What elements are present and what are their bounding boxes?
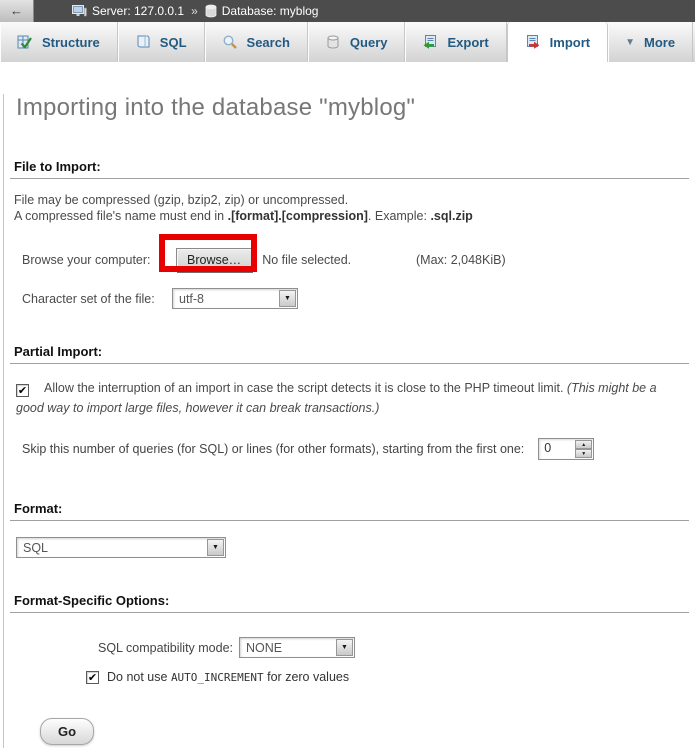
tab-more[interactable]: ▼ More [608,22,693,62]
tab-label: Search [247,35,290,50]
no-auto-increment-checkbox[interactable]: ✔ [86,671,99,684]
breadcrumb-bar: ← Server: 127.0.0.1 » Database: myblog [0,0,695,22]
auto-increment-code: AUTO_INCREMENT [171,671,264,684]
no-auto-increment-label: Do not use AUTO_INCREMENT for zero value… [107,670,349,684]
browse-computer-label: Browse your computer: [22,253,168,267]
breadcrumb: Server: 127.0.0.1 » Database: myblog [34,4,318,18]
partial-import-option: ✔ Allow the interruption of an import in … [16,378,678,418]
compression-note-line2: A compressed file's name must end in .[f… [14,208,695,224]
compression-note: File may be compressed (gzip, bzip2, zip… [14,192,695,224]
tab-query[interactable]: Query [308,22,406,62]
tab-label: More [644,35,675,50]
tab-structure[interactable]: Structure [0,22,118,62]
skip-queries-row: Skip this number of queries (for SQL) or… [22,438,695,460]
main-content: Importing into the database "myblog" Fil… [3,94,695,748]
allow-interrupt-checkbox[interactable]: ✔ [16,384,29,397]
chevron-down-icon: ▼ [625,37,635,48]
dropdown-arrow-icon[interactable]: ▼ [207,539,224,556]
skip-queries-label: Skip this number of queries (for SQL) or… [22,442,524,456]
spinner-up-button[interactable]: ▲ [575,440,592,449]
format-select-value: SQL [17,541,206,555]
sql-compat-value: NONE [240,641,335,655]
no-file-selected-text: No file selected. [262,253,351,267]
charset-select[interactable]: utf-8 ▼ [172,288,298,309]
note-text: A compressed file's name must end in [14,209,228,223]
tab-label: Import [550,35,590,50]
file-upload-row: Browse your computer: Browse… No file se… [10,245,695,275]
tab-label: Export [447,35,488,50]
breadcrumb-database-link[interactable]: Database: myblog [222,4,319,18]
allow-interrupt-label: Allow the interruption of an import in c… [44,381,567,395]
spinner-buttons: ▲ ▼ [575,440,592,458]
tab-export[interactable]: Export [405,22,506,62]
charset-row: Character set of the file: utf-8 ▼ [22,288,695,309]
export-icon [422,34,438,50]
format-select[interactable]: SQL ▼ [16,537,226,558]
skip-queries-input[interactable]: 0 ▲ ▼ [538,438,594,460]
sql-compat-label: SQL compatibility mode: [98,641,233,655]
database-icon [205,4,217,18]
label-text: Do not use [107,670,171,684]
spinner-down-button[interactable]: ▼ [575,449,592,458]
back-button[interactable]: ← [0,0,34,22]
note-format-pattern: .[format].[compression] [228,209,368,223]
dropdown-arrow-icon[interactable]: ▼ [336,639,353,656]
tab-search[interactable]: Search [205,22,308,62]
section-heading-file-to-import: File to Import: [10,159,689,179]
back-arrow-icon: ← [10,3,23,18]
tab-label: Structure [42,35,100,50]
charset-select-value: utf-8 [173,292,278,306]
max-upload-size: (Max: 2,048KiB) [416,253,506,267]
sql-compat-row: SQL compatibility mode: NONE ▼ [98,637,695,658]
server-icon [72,5,87,18]
zero-values-row: ✔ Do not use AUTO_INCREMENT for zero val… [86,670,695,684]
note-example: .sql.zip [430,209,472,223]
section-heading-partial-import: Partial Import: [10,344,689,364]
breadcrumb-separator: » [189,4,200,18]
dropdown-arrow-icon[interactable]: ▼ [279,290,296,307]
tab-label: SQL [160,35,187,50]
section-heading-format: Format: [10,501,689,521]
browse-button[interactable]: Browse… [176,248,252,272]
tab-sql[interactable]: SQL [118,22,205,62]
sql-compat-select[interactable]: NONE ▼ [239,637,355,658]
skip-queries-value: 0 [539,439,574,459]
compression-note-line1: File may be compressed (gzip, bzip2, zip… [14,192,695,208]
charset-label: Character set of the file: [22,292,172,306]
structure-icon [17,34,33,50]
section-heading-format-specific: Format-Specific Options: [10,593,689,613]
tab-import[interactable]: Import [507,22,608,62]
import-icon [525,34,541,50]
label-text: for zero values [264,670,349,684]
search-icon [222,34,238,50]
go-button[interactable]: Go [40,718,94,745]
query-icon [325,34,341,50]
note-text: . Example: [368,209,431,223]
page-title: Importing into the database "myblog" [16,94,695,122]
breadcrumb-server-link[interactable]: Server: 127.0.0.1 [92,4,184,18]
sql-icon [135,34,151,50]
tab-label: Query [350,35,388,50]
tab-bar: Structure SQL Search Query [0,22,695,62]
